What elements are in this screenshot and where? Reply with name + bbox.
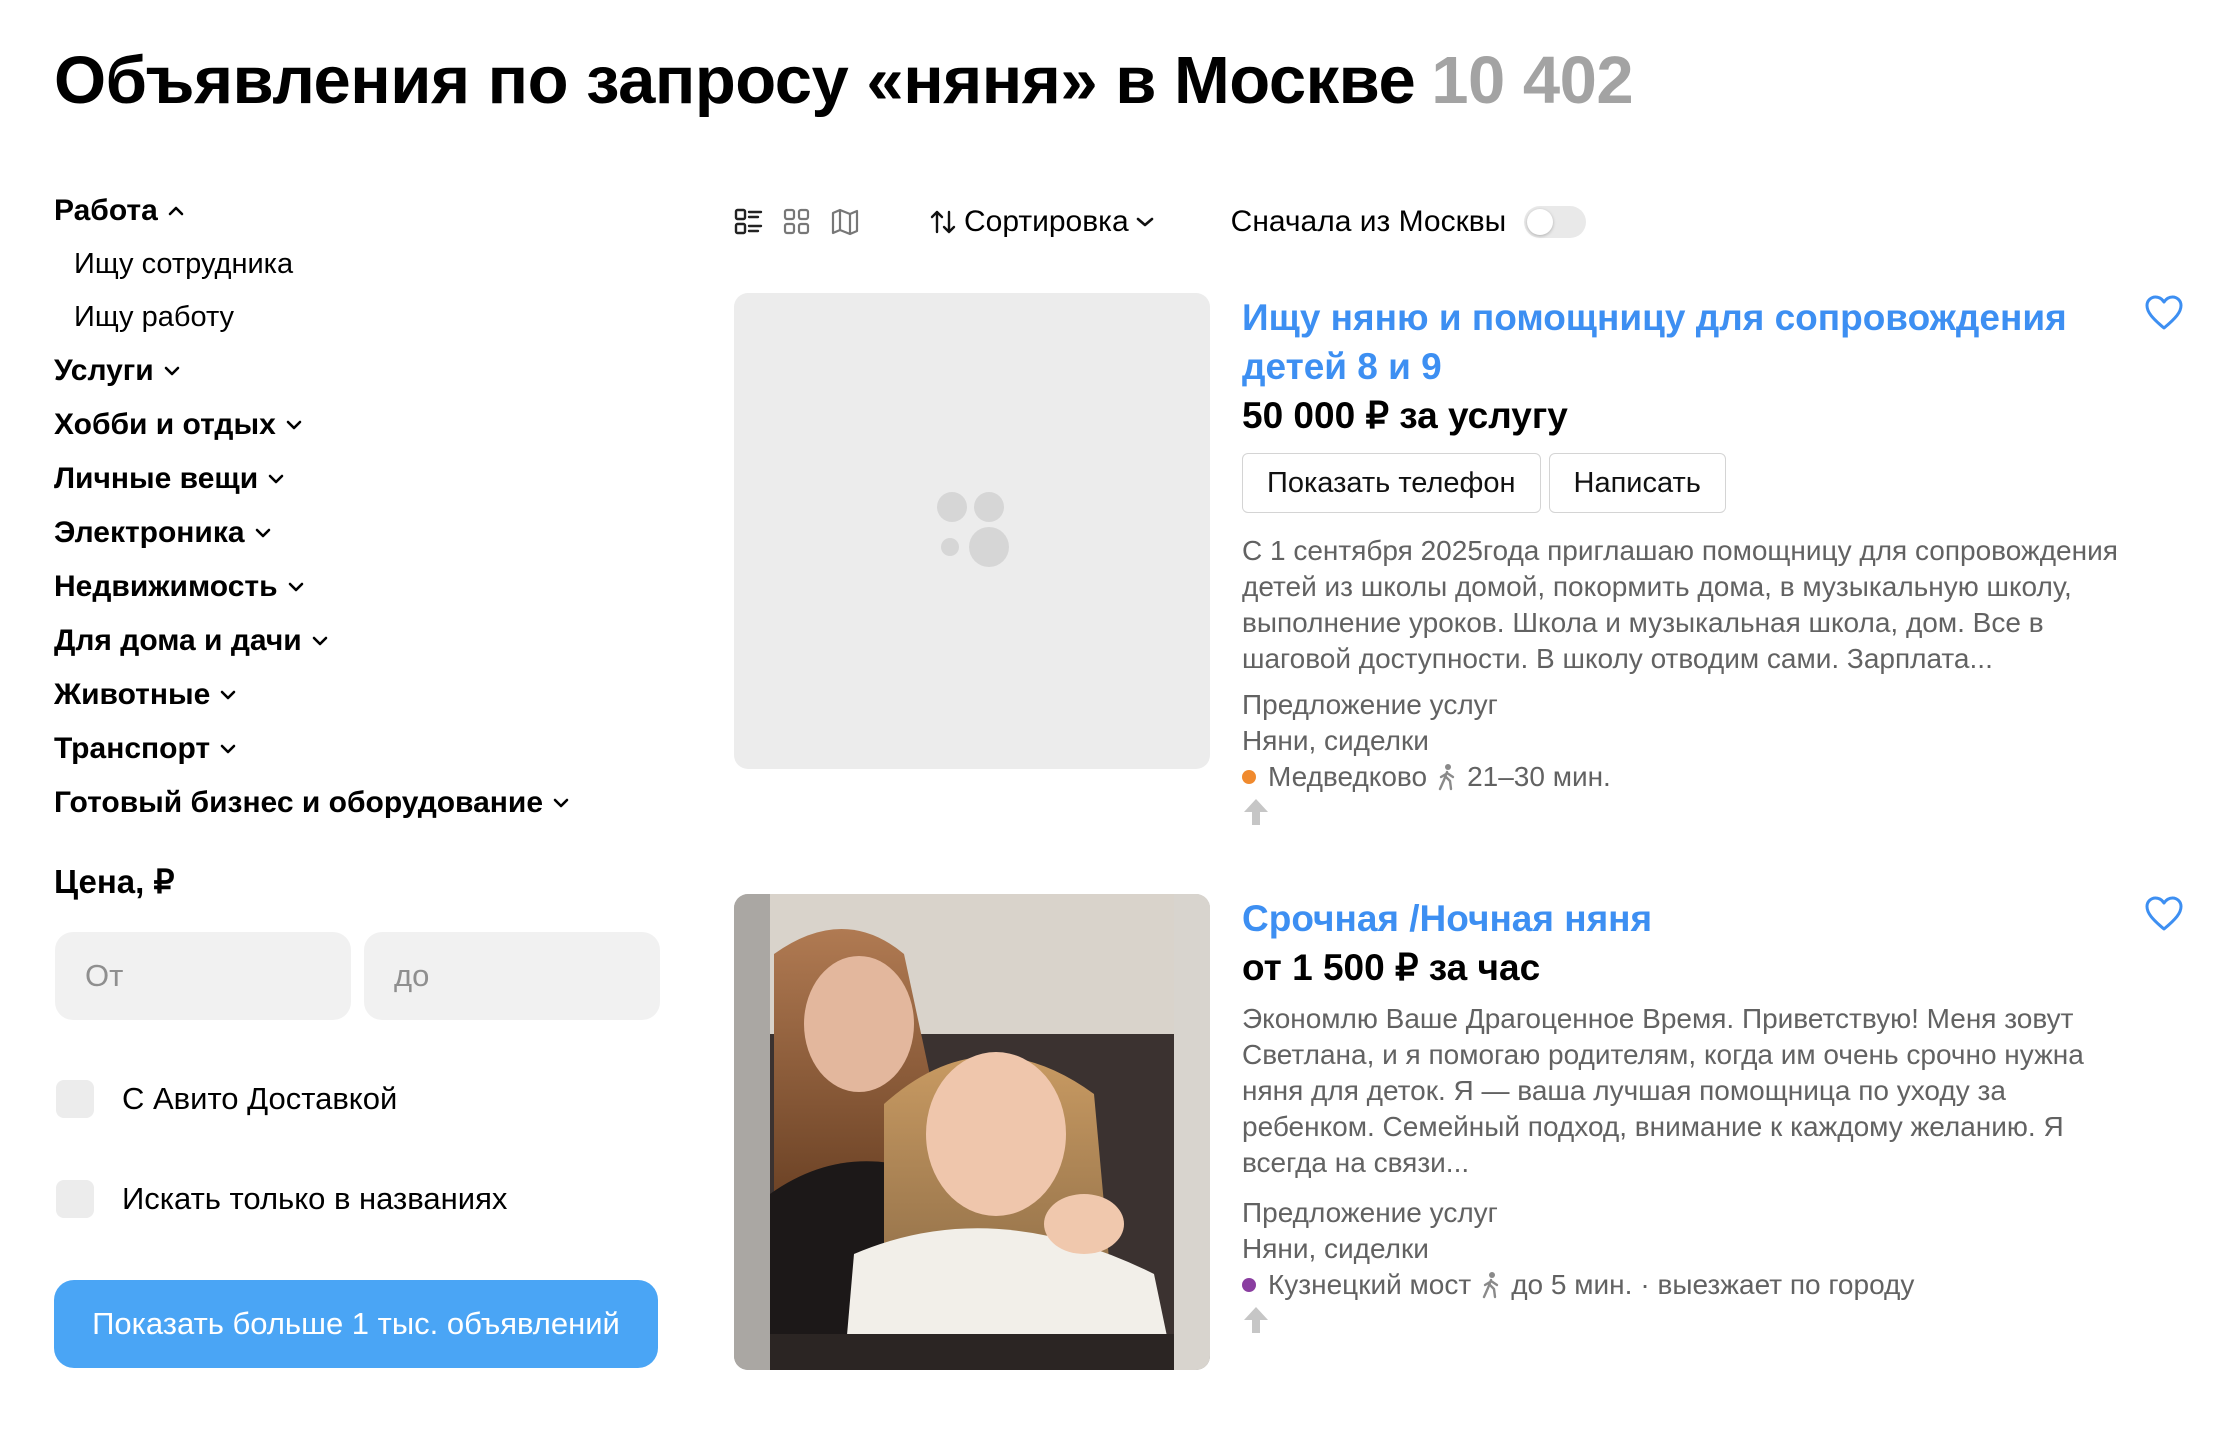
category-label: Готовый бизнес и оборудование: [54, 786, 544, 819]
category-nedvizhimost[interactable]: Недвижимость: [54, 560, 674, 614]
listing-price-text: 50 000 ₽ за услугу: [1242, 395, 1568, 436]
titles-only-checkbox-row[interactable]: Искать только в названиях: [56, 1180, 507, 1218]
chevron-down-icon: [255, 528, 270, 538]
category-label: Услуги: [54, 354, 154, 387]
avito-delivery-checkbox-row[interactable]: С Авито Доставкой: [56, 1080, 397, 1118]
image-placeholder-icon: [937, 492, 1009, 567]
price-to-input[interactable]: [364, 932, 660, 1020]
show-phone-button[interactable]: Показать телефон: [1242, 453, 1541, 513]
chevron-down-icon: [164, 366, 180, 376]
category-transport[interactable]: Транспорт: [54, 722, 674, 776]
listing-image-placeholder[interactable]: [734, 293, 1210, 769]
chevron-down-icon: [221, 690, 236, 700]
listing-description: Экономлю Ваше Драгоценное Время. Приветс…: [1242, 1003, 2084, 1178]
listing-photo-image: [734, 894, 1210, 1370]
chevron-down-icon: [286, 420, 302, 430]
listing-title[interactable]: Ищу няню и помощницу для сопровождения д…: [1242, 293, 2142, 391]
category-label: Животные: [54, 678, 211, 711]
listing-title[interactable]: Срочная /Ночная няня: [1242, 894, 2142, 943]
category-lichnye-veshchi[interactable]: Личные вещи: [54, 452, 674, 506]
listing-price: 50 000 ₽ за услугу: [1242, 391, 2142, 441]
chevron-down-icon: [220, 744, 236, 754]
metro-line-dot: [1242, 1278, 1256, 1292]
subcategory-ishchu-sotrudnika[interactable]: Ищу сотрудника: [54, 238, 674, 291]
listing-location: Кузнецкий мост до 5 мин. · выезжает по г…: [1242, 1267, 2142, 1303]
favorite-heart-icon[interactable]: [2144, 293, 2184, 333]
category-zhivotnye[interactable]: Животные: [54, 668, 674, 722]
category-label: Электроника: [54, 516, 245, 549]
listing-price: от 1 500 ₽ за час: [1242, 947, 1541, 988]
metro-line-dot: [1242, 770, 1256, 784]
category-biznes[interactable]: Готовый бизнес и оборудование: [54, 776, 674, 830]
sort-arrows-icon: [930, 210, 956, 234]
promoted-arrow-icon: [1244, 799, 1268, 825]
chevron-down-icon: [1136, 217, 1153, 227]
listing-photo[interactable]: [734, 894, 1210, 1370]
titles-only-checkbox[interactable]: [56, 1180, 94, 1218]
price-filter-title: Цена, ₽: [54, 863, 175, 900]
listing-type: Предложение услуг: [1242, 1197, 1498, 1228]
moscow-first-label: Сначала из Москвы: [1230, 205, 1507, 238]
grid-view-icon[interactable]: [782, 207, 812, 237]
favorite-heart-icon[interactable]: [2144, 894, 2184, 934]
category-elektronika[interactable]: Электроника: [54, 506, 674, 560]
moscow-first-toggle[interactable]: [1524, 206, 1587, 238]
listing-info: Срочная /Ночная няня от 1 500 ₽ за час Э…: [1242, 894, 2142, 1335]
show-more-button[interactable]: Показать больше 1 тыс. объявлений: [54, 1280, 658, 1368]
category-label: Для дома и дачи: [54, 624, 302, 657]
category-label: Транспорт: [54, 732, 211, 765]
listing-info: Ищу няню и помощницу для сопровождения д…: [1242, 293, 2142, 827]
subcategory-ishchu-rabotu[interactable]: Ищу работу: [54, 291, 674, 344]
category-label: Хобби и отдых: [54, 408, 276, 441]
category-label: Личные вещи: [54, 462, 259, 495]
category-label: Работа: [54, 194, 158, 227]
travel-note: · выезжает по городу: [1640, 1269, 1915, 1300]
page-title: Объявления по запросу «няня» в Москве 10 …: [54, 42, 1634, 119]
metro-station: Кузнецкий мост: [1268, 1269, 1472, 1300]
results-toolbar: Сортировка Сначала из Москвы: [734, 200, 1587, 244]
category-hobbi[interactable]: Хобби и отдых: [54, 398, 674, 452]
chevron-down-icon: [553, 798, 569, 808]
category-label: Недвижимость: [54, 570, 278, 603]
chevron-down-icon: [288, 582, 303, 592]
metro-station: Медведково: [1268, 761, 1428, 792]
walking-person-icon: [1482, 1272, 1499, 1299]
listing-actions: Показать телефон Написать: [1242, 453, 2142, 513]
chevron-down-icon: [268, 474, 284, 484]
write-message-button[interactable]: Написать: [1548, 453, 1726, 513]
avito-delivery-label: С Авито Доставкой: [122, 1081, 398, 1116]
listing-category: Няни, сиделки: [1242, 1233, 1429, 1264]
walk-time: 21–30 мин.: [1467, 761, 1611, 792]
sort-label: Сортировка: [964, 205, 1129, 238]
walk-time: до 5 мин.: [1511, 1269, 1633, 1300]
listing-description: С 1 сентября 2025года приглашаю помощниц…: [1242, 535, 2118, 674]
sort-dropdown[interactable]: Сортировка: [930, 205, 1163, 239]
chevron-up-icon: [168, 206, 184, 216]
results-count: 10 402: [1431, 43, 1634, 118]
avito-delivery-checkbox[interactable]: [56, 1080, 94, 1118]
category-dlya-doma[interactable]: Для дома и дачи: [54, 614, 674, 668]
titles-only-label: Искать только в названиях: [122, 1181, 508, 1216]
category-uslugi[interactable]: Услуги: [54, 344, 674, 398]
listing-location: Медведково 21–30 мин.: [1242, 759, 2142, 795]
category-sidebar: Работа Ищу сотрудника Ищу работу Услуги …: [54, 184, 674, 830]
promoted-arrow-icon: [1244, 1307, 1268, 1333]
listing-category: Няни, сиделки: [1242, 725, 1429, 756]
walking-person-icon: [1438, 764, 1455, 791]
page-title-text: Объявления по запросу «няня» в Москве: [54, 43, 1416, 118]
category-rabota[interactable]: Работа: [54, 184, 674, 238]
list-view-icon[interactable]: [734, 207, 764, 237]
price-from-input[interactable]: [55, 932, 351, 1020]
listing-type: Предложение услуг: [1242, 689, 1498, 720]
map-view-icon[interactable]: [830, 207, 860, 237]
chevron-down-icon: [312, 636, 327, 646]
